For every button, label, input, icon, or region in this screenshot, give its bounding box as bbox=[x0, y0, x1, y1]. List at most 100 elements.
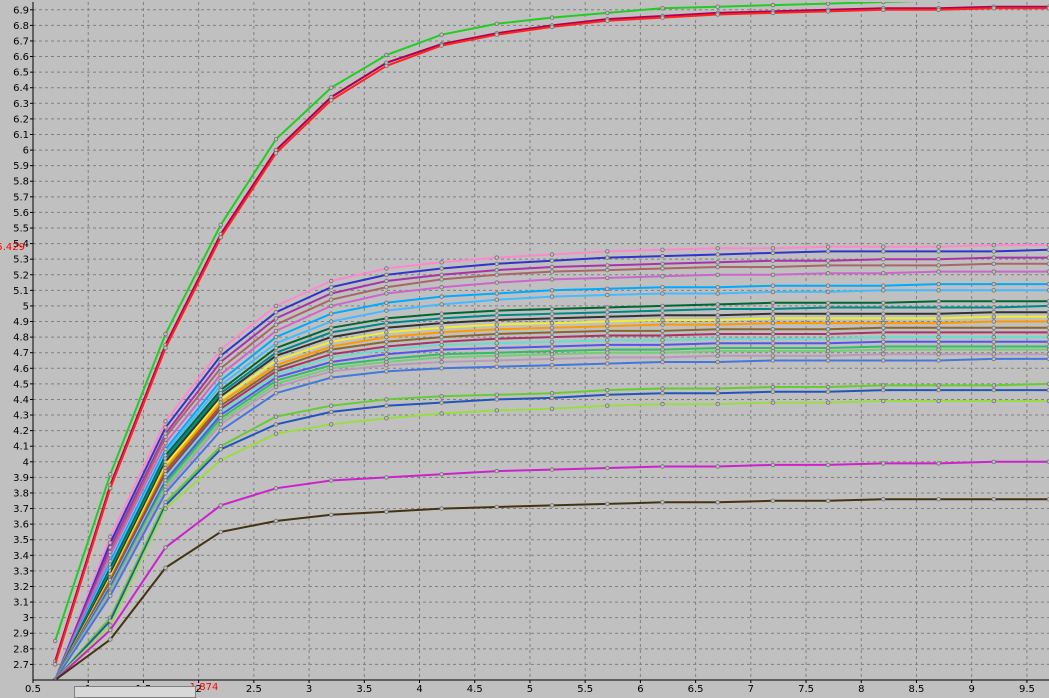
data-point bbox=[605, 333, 610, 338]
data-point bbox=[273, 431, 279, 436]
data-point bbox=[881, 461, 886, 466]
data-point bbox=[881, 305, 886, 310]
data-point bbox=[715, 12, 720, 17]
data-point bbox=[605, 403, 610, 408]
data-point bbox=[494, 327, 499, 332]
data-point bbox=[439, 506, 444, 511]
data-point bbox=[605, 275, 610, 281]
data-point bbox=[549, 15, 555, 20]
data-point bbox=[549, 320, 555, 326]
data-point bbox=[218, 378, 223, 383]
data-point bbox=[936, 320, 941, 326]
data-point bbox=[936, 263, 941, 268]
data-point bbox=[439, 302, 444, 307]
data-point bbox=[549, 258, 555, 263]
x-tick-label: 8 bbox=[858, 684, 864, 695]
data-point bbox=[660, 274, 665, 279]
data-point bbox=[384, 339, 389, 344]
y-tick-label: 4.7 bbox=[13, 348, 29, 359]
data-point bbox=[770, 358, 776, 363]
data-point bbox=[329, 478, 334, 483]
cursor-y-readout: 5.429 bbox=[0, 242, 25, 253]
data-point bbox=[881, 383, 886, 388]
line-chart: 2.7 2.8 2.9 3 3.1 3.2 3.3 3.4 3.5 3.6 3.7 3.8 3.9 4 4.… bbox=[0, 0, 1049, 696]
data-point bbox=[549, 344, 555, 349]
data-point bbox=[273, 384, 279, 390]
data-point bbox=[218, 529, 223, 535]
data-point bbox=[163, 331, 168, 337]
data-point bbox=[991, 330, 996, 335]
data-point bbox=[218, 372, 223, 377]
data-point bbox=[605, 328, 610, 334]
data-point bbox=[715, 285, 720, 290]
data-point bbox=[991, 249, 996, 254]
data-point bbox=[881, 271, 886, 276]
data-point bbox=[273, 414, 279, 419]
data-point bbox=[936, 334, 941, 340]
data-point bbox=[991, 305, 996, 310]
data-point bbox=[439, 394, 444, 399]
data-point bbox=[770, 272, 776, 277]
data-point bbox=[881, 352, 886, 357]
data-point bbox=[936, 305, 941, 310]
y-tick-label: 4.9 bbox=[13, 317, 29, 328]
data-point bbox=[273, 518, 279, 524]
data-point bbox=[881, 311, 886, 316]
data-point bbox=[439, 366, 444, 371]
data-point bbox=[825, 283, 831, 288]
data-point bbox=[881, 334, 886, 340]
data-point bbox=[384, 272, 389, 277]
data-point bbox=[991, 383, 996, 388]
data-point bbox=[825, 271, 831, 276]
data-point bbox=[936, 257, 941, 262]
data-point bbox=[715, 359, 720, 365]
data-point bbox=[715, 264, 720, 270]
data-point bbox=[439, 294, 444, 299]
data-point bbox=[660, 308, 665, 313]
y-tick-label: 4.4 bbox=[13, 395, 29, 406]
data-point bbox=[881, 347, 886, 352]
data-point bbox=[660, 500, 665, 505]
data-point bbox=[881, 320, 886, 326]
data-point bbox=[273, 316, 279, 321]
data-point bbox=[991, 387, 996, 393]
data-point bbox=[549, 311, 555, 316]
data-point bbox=[329, 422, 334, 427]
y-tick-label: 6.8 bbox=[13, 21, 29, 32]
data-point bbox=[273, 391, 279, 396]
y-tick-label: 3.8 bbox=[13, 488, 29, 499]
data-point bbox=[715, 302, 720, 307]
x-tick-label: 7.5 bbox=[798, 684, 814, 695]
data-point bbox=[384, 330, 389, 335]
data-point bbox=[549, 339, 555, 344]
data-point bbox=[770, 384, 776, 390]
data-point bbox=[329, 311, 334, 316]
data-point bbox=[494, 322, 499, 327]
data-point bbox=[991, 5, 996, 11]
data-point bbox=[825, 341, 831, 346]
data-point bbox=[881, 2, 886, 5]
x-tick-label: 5.5 bbox=[577, 684, 593, 695]
data-point bbox=[329, 330, 334, 335]
data-point bbox=[770, 300, 776, 305]
data-point bbox=[605, 286, 610, 291]
y-tick-label: 3.1 bbox=[13, 598, 29, 609]
data-point bbox=[439, 277, 444, 282]
data-point bbox=[384, 416, 389, 421]
data-point bbox=[825, 327, 831, 332]
data-point bbox=[825, 331, 831, 337]
data-point bbox=[991, 334, 996, 340]
data-point bbox=[218, 383, 223, 388]
data-point bbox=[329, 369, 334, 374]
data-point bbox=[937, 2, 941, 3]
data-point bbox=[936, 249, 941, 254]
y-tick-label: 5.8 bbox=[13, 177, 29, 188]
y-tick-label: 6.4 bbox=[13, 83, 29, 94]
toolbar-strip[interactable] bbox=[74, 686, 196, 698]
data-point bbox=[218, 366, 223, 371]
data-point bbox=[329, 355, 334, 360]
data-point bbox=[881, 316, 886, 321]
data-point bbox=[605, 465, 610, 471]
data-point bbox=[825, 258, 831, 263]
data-point bbox=[715, 260, 720, 265]
